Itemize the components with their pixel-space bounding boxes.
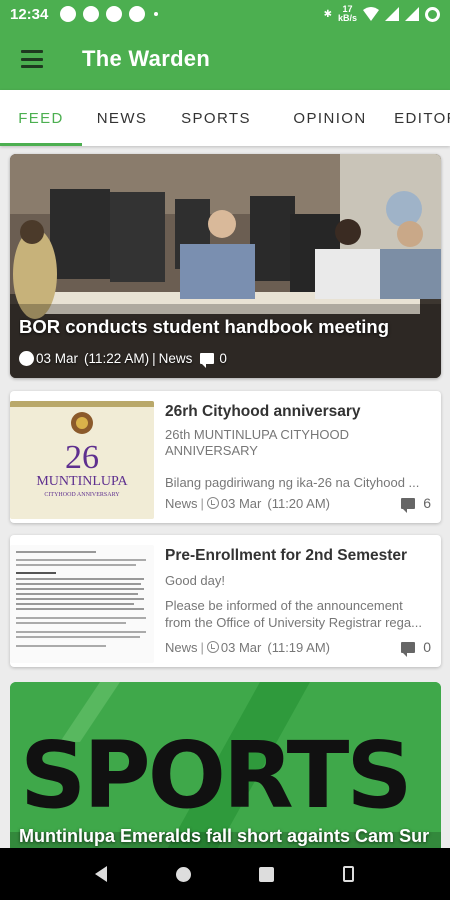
sports-banner-word: SPORTS [20,722,413,829]
article-thumbnail: 26 MUNTINLUPA CITYHOOD ANNIVERSARY [10,401,154,519]
comment-count: 6 [401,495,431,513]
facebook-icon [129,6,146,22]
app-title: The Warden [82,46,211,71]
comment-icon [401,497,416,513]
comment-icon [200,353,215,368]
rotate-icon [343,866,355,882]
article-comment-count: 0 [423,639,431,655]
article-body: Pre-Enrollment for 2nd Semester Good day… [165,547,431,657]
app-bar: The Warden [0,28,450,90]
article-title: 26rh Cityhood anniversary [165,403,361,420]
clock-icon [206,497,219,509]
article-excerpt: Please be informed of the announcement f… [165,598,422,630]
article-meta: News | 03 Mar (11:20 AM) 6 [165,495,431,513]
comment-count: 0 [401,639,431,657]
comment-icon [401,641,416,657]
article-card[interactable]: Pre-Enrollment for 2nd Semester Good day… [10,535,441,667]
status-right: ✱ 17 kB/s [324,5,440,23]
article-category: News [165,495,198,511]
messenger-icon [83,6,100,22]
system-nav-bar [0,848,450,900]
article-card[interactable]: 26 MUNTINLUPA CITYHOOD ANNIVERSARY 26rh … [10,391,441,523]
tab-bar: FEED NEWS SPORTS OPINION EDITORIA [0,90,450,146]
article-time: (11:19 AM) [267,639,330,655]
article-title: Pre-Enrollment for 2nd Semester [165,547,408,564]
hero-article-meta: 03 Mar (11:22 AM) | News 0 [19,351,227,368]
messenger-icon [106,6,123,22]
back-button[interactable] [86,859,116,889]
tab-opinion[interactable]: OPINION [270,90,390,146]
back-icon [95,866,108,882]
article-comment-count: 6 [423,495,431,511]
hero-article-category: News [158,351,193,366]
thumb-number: 26 [65,439,99,476]
network-speed: 17 kB/s [338,5,357,23]
recents-icon [258,866,274,882]
network-speed-unit: kB/s [337,13,357,23]
messenger-icon [60,6,77,22]
article-thumbnail [10,545,154,663]
feed-list[interactable]: BOR conducts student handbook meeting 03… [0,146,450,848]
article-subtitle: Good day! [165,573,225,588]
clock-icon [206,641,219,653]
hero-article-image [10,154,441,378]
article-excerpt: Bilang pagdiriwang ng ika-26 na Cityhood… [165,475,420,490]
home-button[interactable] [169,859,199,889]
article-meta: News | 03 Mar (11:19 AM) 0 [165,639,431,657]
article-date: 03 Mar [220,639,262,655]
article-subtitle: 26th MUNTINLUPA CITYHOOD ANNIVERSARY [165,427,349,458]
wifi-icon [363,7,379,21]
hero-article-comment-count: 0 [219,351,227,366]
sports-article-title: Muntinlupa Emeralds fall short againts C… [19,826,430,846]
rotate-button[interactable] [334,859,364,889]
tab-editorial[interactable]: EDITORIA [390,90,450,146]
article-time: (11:20 AM) [267,495,330,511]
thumb-caption: MUNTINLUPA [36,474,128,489]
tab-feed[interactable]: FEED [0,90,82,146]
hero-article-time: (11:22 AM) [84,351,150,366]
status-bar: 12:34 ✱ 17 kB/s [0,0,450,28]
status-time: 12:34 [10,5,49,23]
article-body: 26rh Cityhood anniversary 26th MUNTINLUP… [165,403,431,513]
sports-article-card[interactable]: SPORTS Muntinlupa Emeralds fall short ag… [10,682,441,848]
thumb-caption-2: CITYHOOD ANNIVERSARY [44,492,120,498]
bluetooth-icon: ✱ [323,8,332,20]
signal-icon-2 [405,7,419,21]
hero-article-title: BOR conducts student handbook meeting [19,316,390,337]
tab-news[interactable]: NEWS [82,90,162,146]
menu-icon[interactable] [21,50,43,68]
home-icon [176,866,192,882]
recents-button[interactable] [251,859,281,889]
article-category: News [165,639,198,655]
tab-sports[interactable]: SPORTS [162,90,270,146]
battery-icon [425,6,440,22]
notification-icons [60,6,159,22]
hero-article-date: 03 Mar [36,351,79,366]
signal-icon [385,7,399,21]
clock-icon [19,351,34,366]
more-notifications-icon [154,12,159,16]
hero-article-card[interactable]: BOR conducts student handbook meeting 03… [10,154,441,378]
article-date: 03 Mar [220,495,262,511]
